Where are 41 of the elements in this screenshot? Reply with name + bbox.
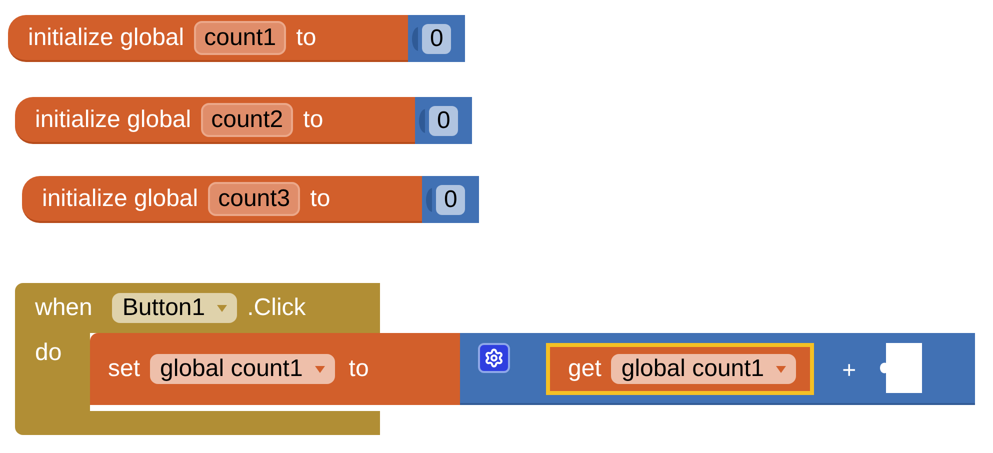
number-block[interactable]: 0 [408,15,465,62]
number-block[interactable]: 0 [415,97,472,144]
block-keyword: set [108,354,140,384]
block-keyword: to [310,184,330,214]
set-block[interactable]: set global count1 to [90,333,460,405]
dropdown-caret-icon [217,304,228,312]
variable-name-field[interactable]: count2 [201,102,294,136]
number-field[interactable]: 0 [429,106,458,136]
addition-block[interactable]: get global count1 + [460,333,975,405]
event-block-header[interactable]: when Button1 .Click [15,283,380,333]
block-keyword: get [568,354,602,384]
block-keyword: to [348,354,369,384]
block-keyword: initialize global [28,22,184,52]
get-block[interactable]: get global count1 [546,343,814,395]
block-keyword: initialize global [35,104,192,134]
block-keyword: to [296,22,316,52]
variable-name-field[interactable]: count3 [208,182,300,216]
block-keyword: initialize global [42,184,198,214]
block-keyword: when [35,293,92,323]
puzzle-tab-icon [417,108,425,132]
number-field[interactable]: 0 [422,24,452,54]
dropdown-caret-icon [314,366,325,372]
block-keyword: do [35,339,62,366]
dropdown-caret-icon [776,366,786,372]
variable-dropdown[interactable]: global count1 [611,354,796,384]
mutator-button[interactable] [478,343,510,373]
variable-name-field[interactable]: count1 [194,20,286,54]
gear-icon [484,348,504,368]
event-name: .Click [247,293,306,323]
operator-label: + [842,356,856,386]
component-dropdown[interactable]: Button1 [112,293,238,323]
number-field[interactable]: 0 [436,184,466,214]
empty-socket [878,343,922,393]
initialize-block[interactable]: initialize global count3 to [22,176,422,223]
initialize-block[interactable]: initialize global count1 to [8,15,408,62]
variable-dropdown[interactable]: global count1 [150,354,335,384]
puzzle-tab-icon [424,188,432,212]
initialize-block[interactable]: initialize global count2 to [15,97,415,144]
block-keyword: to [303,104,324,134]
puzzle-tab-icon [410,26,418,50]
number-block[interactable]: 0 [422,176,479,223]
